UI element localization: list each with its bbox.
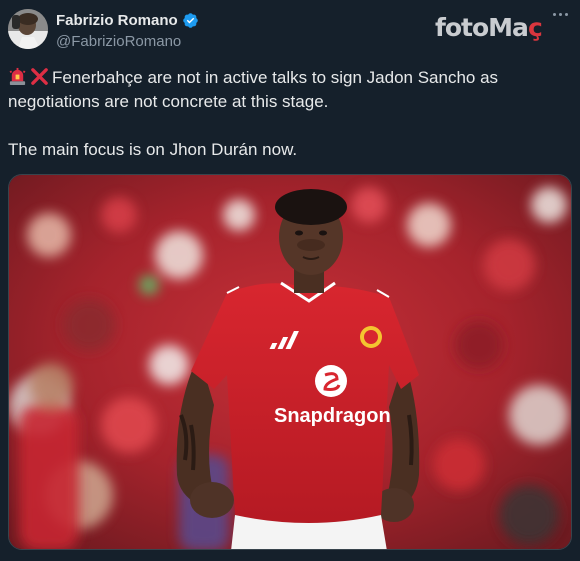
player-photo: Snapdragon <box>9 175 571 549</box>
tweet-text: Fenerbahçe are not in active talks to si… <box>8 66 568 162</box>
more-options-icon[interactable] <box>553 10 571 20</box>
tweet-card: Fabrizio Romano @FabrizioRomano fotoMaç … <box>0 0 580 561</box>
author-handle[interactable]: @FabrizioRomano <box>56 33 181 50</box>
fotomac-watermark: fotoMaç <box>435 13 543 42</box>
tweet-line-1-text: Fenerbahçe are not in active talks to si… <box>8 68 499 111</box>
siren-icon <box>9 67 26 86</box>
verified-badge-icon <box>182 13 198 28</box>
tweet-photo[interactable]: Snapdragon <box>8 174 572 550</box>
jersey-sponsor: Snapdragon <box>274 405 391 427</box>
cross-mark-icon <box>31 68 48 85</box>
author-name[interactable]: Fabrizio Romano <box>56 12 199 29</box>
tweet-line-2: The main focus is on Jhon Durán now. <box>8 140 298 159</box>
watermark-accent: ç <box>527 13 543 42</box>
watermark-text: fotoMa <box>435 13 529 42</box>
tweet-line-1: Fenerbahçe are not in active talks to si… <box>8 66 568 114</box>
avatar[interactable] <box>8 9 48 49</box>
author-name-text[interactable]: Fabrizio Romano <box>56 12 178 29</box>
